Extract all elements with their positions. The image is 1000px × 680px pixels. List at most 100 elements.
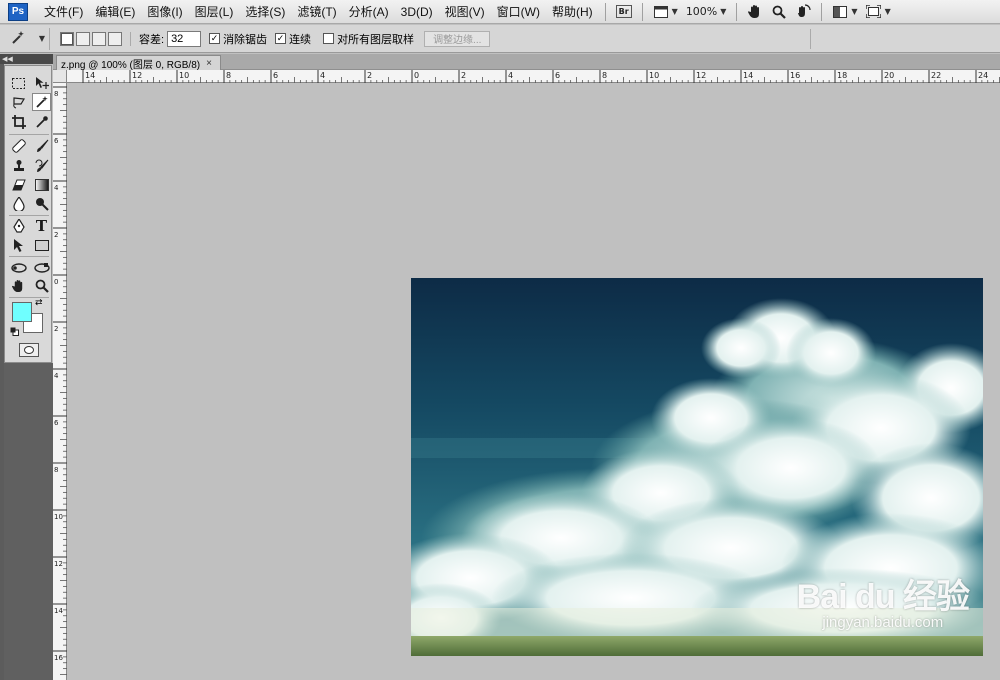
ruler-label: 4 bbox=[508, 71, 513, 80]
contiguous-checkbox[interactable]: ✓ 连续 bbox=[275, 31, 311, 47]
collapse-panel-icon[interactable]: ◀◀ bbox=[2, 54, 13, 64]
eraser-tool[interactable] bbox=[9, 176, 28, 194]
ruler-label: 12 bbox=[132, 71, 142, 80]
toolbox-header[interactable]: ◀◀ bbox=[0, 54, 53, 64]
ruler-label: 6 bbox=[273, 71, 278, 80]
menu-analysis[interactable]: 分析(A) bbox=[343, 1, 395, 23]
add-to-selection-button[interactable] bbox=[76, 31, 90, 46]
gradient-tool[interactable] bbox=[32, 176, 51, 194]
ruler-label: 24 bbox=[978, 71, 988, 80]
clone-stamp-tool[interactable] bbox=[9, 157, 28, 175]
zoom-tool-button[interactable] bbox=[767, 2, 791, 22]
ruler-label: 12 bbox=[54, 560, 63, 568]
tool-preset-picker[interactable]: ▼ bbox=[6, 27, 50, 50]
rectangle-shape-tool[interactable] bbox=[32, 236, 51, 254]
pen-tool[interactable] bbox=[9, 217, 28, 235]
dodge-tool[interactable] bbox=[32, 195, 51, 213]
intersect-selection-button[interactable] bbox=[108, 31, 122, 46]
horizontal-type-tool[interactable]: T bbox=[32, 217, 51, 235]
path-selection-tool[interactable] bbox=[9, 236, 28, 254]
photoshop-logo: Ps bbox=[8, 2, 28, 21]
menu-image[interactable]: 图像(I) bbox=[141, 1, 188, 23]
ruler-label: 10 bbox=[179, 71, 189, 80]
3d-orbit-tool[interactable] bbox=[32, 259, 51, 277]
quick-mask-button[interactable] bbox=[19, 343, 39, 357]
horizontal-ruler[interactable]: 14 12 10 8 6 4 2 0 2 4 6 8 10 12 14 16 18 20 22 24 bbox=[67, 70, 1000, 83]
hand-tool-button[interactable] bbox=[743, 2, 767, 22]
zoom-tool[interactable] bbox=[32, 277, 51, 295]
ruler-label: 2 bbox=[54, 325, 58, 333]
history-brush-tool[interactable] bbox=[32, 157, 51, 175]
quick-mask-icon bbox=[24, 346, 34, 354]
vertical-ruler[interactable]: 8 6 4 2 0 2 4 6 8 10 12 14 16 bbox=[53, 83, 67, 680]
arrange-documents-button[interactable]: ▼ bbox=[828, 2, 861, 22]
bridge-icon: Br bbox=[615, 5, 632, 18]
menu-3d[interactable]: 3D(D) bbox=[395, 1, 439, 23]
menu-edit[interactable]: 编辑(E) bbox=[89, 1, 141, 23]
menu-file[interactable]: 文件(F) bbox=[38, 1, 89, 23]
checkbox-unchecked-icon bbox=[323, 33, 335, 44]
launch-bridge-button[interactable]: Br bbox=[612, 2, 636, 22]
refine-edge-button[interactable]: 调整边缘... bbox=[424, 30, 491, 47]
document-tab[interactable]: z.png @ 100% (图层 0, RGB/8) × bbox=[56, 55, 221, 71]
menu-help[interactable]: 帮助(H) bbox=[546, 1, 599, 23]
rotate-view-button[interactable] bbox=[791, 2, 815, 22]
crop-tool[interactable] bbox=[9, 113, 28, 131]
eyedropper-tool[interactable] bbox=[32, 113, 51, 131]
new-selection-button[interactable] bbox=[60, 31, 74, 46]
ruler-origin[interactable] bbox=[53, 70, 67, 83]
zoom-level-dropdown[interactable]: 100% ▼ bbox=[682, 2, 731, 22]
ruler-label: 8 bbox=[54, 90, 58, 98]
checkbox-checked-icon: ✓ bbox=[209, 33, 221, 44]
menu-separator bbox=[641, 2, 643, 21]
ruler-label: 8 bbox=[226, 71, 231, 80]
anti-alias-checkbox[interactable]: ✓ 消除锯齿 bbox=[209, 31, 267, 47]
chevron-down-icon: ▼ bbox=[671, 7, 678, 16]
ruler-label: 4 bbox=[54, 184, 59, 192]
default-colors-icon[interactable] bbox=[10, 326, 19, 336]
chevron-down-icon: ▼ bbox=[720, 7, 727, 16]
foreground-color-swatch[interactable] bbox=[12, 302, 32, 322]
menu-select[interactable]: 选择(S) bbox=[239, 1, 291, 23]
magic-wand-tool[interactable] bbox=[32, 93, 51, 111]
rectangular-marquee-tool[interactable] bbox=[9, 74, 28, 92]
options-separator bbox=[810, 29, 811, 49]
ruler-label: 14 bbox=[85, 71, 95, 80]
ruler-label: 8 bbox=[602, 71, 607, 80]
subtract-from-selection-button[interactable] bbox=[92, 31, 106, 46]
baidu-jingyan-watermark: Bai du 经验 jingyan.baidu.com bbox=[797, 580, 970, 632]
screen-mode-button[interactable]: ▼ bbox=[862, 2, 895, 22]
toolbox-separator bbox=[9, 215, 49, 216]
tolerance-input[interactable] bbox=[167, 30, 202, 47]
ruler-label: 8 bbox=[54, 466, 58, 474]
document-tab-title: z.png @ 100% (图层 0, RGB/8) bbox=[61, 59, 201, 71]
close-icon[interactable]: × bbox=[206, 58, 212, 69]
anti-alias-label: 消除锯齿 bbox=[223, 33, 268, 46]
ruler-label: 22 bbox=[931, 71, 941, 80]
ruler-label: 2 bbox=[54, 231, 58, 239]
spot-healing-brush-tool[interactable] bbox=[9, 137, 28, 155]
menu-window[interactable]: 窗口(W) bbox=[491, 1, 546, 23]
ruler-label: 6 bbox=[54, 137, 59, 145]
ruler-label: 18 bbox=[837, 71, 847, 80]
3d-rotate-tool[interactable] bbox=[9, 259, 28, 277]
rotate-view-icon bbox=[795, 4, 811, 20]
ruler-label: 6 bbox=[555, 71, 560, 80]
ruler-label: 12 bbox=[696, 71, 706, 80]
sample-all-layers-checkbox[interactable]: 对所有图层取样 bbox=[323, 31, 414, 47]
move-tool[interactable] bbox=[32, 74, 51, 92]
blur-tool[interactable] bbox=[9, 195, 28, 213]
view-extras-button[interactable]: ▼ bbox=[649, 2, 682, 22]
zoom-level-value: 100% bbox=[685, 5, 718, 18]
menu-view[interactable]: 视图(V) bbox=[439, 1, 491, 23]
zoom-icon bbox=[771, 4, 787, 20]
hand-tool[interactable] bbox=[9, 277, 28, 295]
brush-tool[interactable] bbox=[32, 137, 51, 155]
document-canvas[interactable]: Bai du 经验 jingyan.baidu.com bbox=[67, 84, 1000, 680]
lasso-tool[interactable] bbox=[9, 93, 28, 111]
menu-layer[interactable]: 图层(L) bbox=[189, 1, 240, 23]
ruler-label: 0 bbox=[414, 71, 419, 80]
toolbox: T ⇄ bbox=[4, 65, 52, 363]
swap-colors-icon[interactable]: ⇄ bbox=[35, 298, 43, 308]
menu-filter[interactable]: 滤镜(T) bbox=[291, 1, 342, 23]
